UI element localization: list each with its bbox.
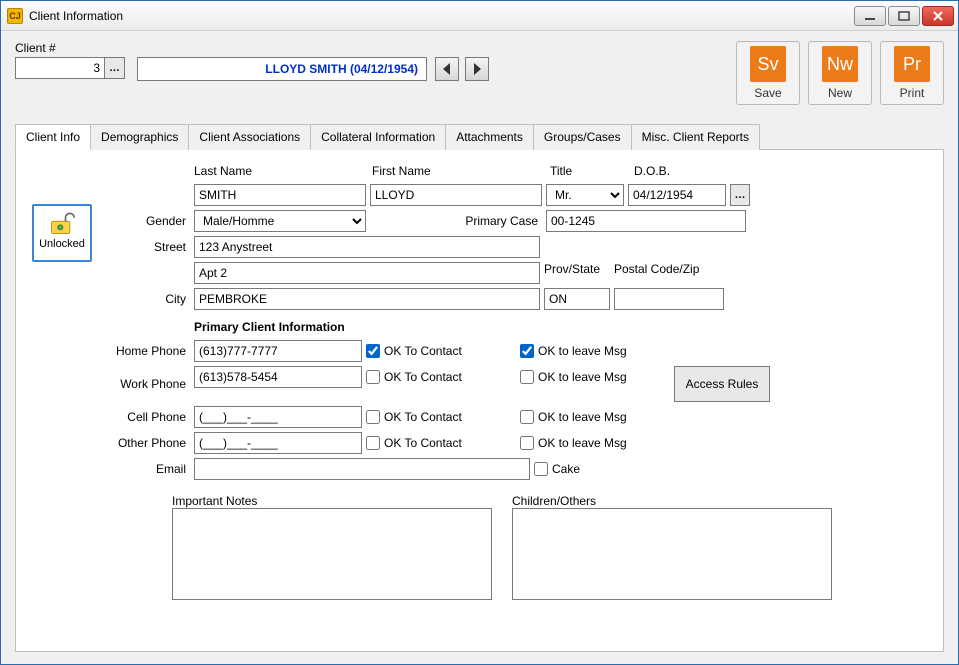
children-others-label: Children/Others xyxy=(512,494,832,508)
minimize-button[interactable] xyxy=(854,6,886,26)
street2-input[interactable] xyxy=(194,262,540,284)
app-icon: CJ xyxy=(7,8,23,24)
client-number-label: Client # xyxy=(15,41,125,55)
dob-picker-button[interactable]: … xyxy=(730,184,750,206)
client-number-lookup-button[interactable]: … xyxy=(105,57,125,79)
titlebar: CJ Client Information xyxy=(1,1,958,31)
lock-toggle[interactable]: Unlocked xyxy=(32,204,92,262)
tab-client-info[interactable]: Client Info xyxy=(15,124,91,150)
street-label: Street xyxy=(106,240,188,254)
important-notes-label: Important Notes xyxy=(172,494,492,508)
postal-zip-input[interactable] xyxy=(614,288,724,310)
print-button[interactable]: Pr Print xyxy=(880,41,944,105)
last-name-header: Last Name xyxy=(194,164,366,178)
last-name-input[interactable] xyxy=(194,184,366,206)
work-phone-input[interactable] xyxy=(194,366,362,388)
other-ok-msg-checkbox[interactable] xyxy=(520,436,534,450)
tabstrip: Client Info Demographics Client Associat… xyxy=(15,123,944,150)
save-icon: Sv xyxy=(750,46,786,82)
tab-panel-client-info: Unlocked Last Name First Name Title D.O.… xyxy=(15,150,944,652)
cell-ok-msg-checkbox[interactable] xyxy=(520,410,534,424)
tab-demographics[interactable]: Demographics xyxy=(90,124,189,150)
unlocked-icon xyxy=(48,210,76,236)
print-icon: Pr xyxy=(894,46,930,82)
cake-checkbox[interactable] xyxy=(534,462,548,476)
other-phone-label: Other Phone xyxy=(106,436,188,450)
tab-client-associations[interactable]: Client Associations xyxy=(188,124,311,150)
home-ok-contact-checkbox[interactable] xyxy=(366,344,380,358)
first-name-input[interactable] xyxy=(370,184,542,206)
new-icon: Nw xyxy=(822,46,858,82)
primary-client-info-heading: Primary Client Information xyxy=(194,320,886,334)
gender-select[interactable]: Male/Homme xyxy=(194,210,366,232)
lock-label: Unlocked xyxy=(39,238,85,250)
save-button[interactable]: Sv Save xyxy=(736,41,800,105)
cell-phone-label: Cell Phone xyxy=(106,410,188,424)
client-information-window: CJ Client Information Client # … xyxy=(0,0,959,665)
first-name-header: First Name xyxy=(372,164,544,178)
home-ok-msg-checkbox[interactable] xyxy=(520,344,534,358)
work-ok-msg-checkbox[interactable] xyxy=(520,370,534,384)
close-button[interactable] xyxy=(922,6,954,26)
access-rules-button[interactable]: Access Rules xyxy=(674,366,770,402)
primary-case-label: Primary Case xyxy=(370,214,542,228)
tab-attachments[interactable]: Attachments xyxy=(445,124,534,150)
other-phone-input[interactable] xyxy=(194,432,362,454)
primary-case-input[interactable] xyxy=(546,210,746,232)
client-number-input[interactable] xyxy=(15,57,105,79)
dob-header: D.O.B. xyxy=(634,164,754,178)
street1-input[interactable] xyxy=(194,236,540,258)
tab-groups-cases[interactable]: Groups/Cases xyxy=(533,124,632,150)
gender-label: Gender xyxy=(106,214,188,228)
home-phone-label: Home Phone xyxy=(106,344,188,358)
prov-state-input[interactable] xyxy=(544,288,610,310)
work-phone-label: Work Phone xyxy=(106,377,188,391)
prov-state-label: Prov/State xyxy=(544,262,610,284)
title-select[interactable]: Mr. xyxy=(546,184,624,206)
maximize-button[interactable] xyxy=(888,6,920,26)
city-input[interactable] xyxy=(194,288,540,310)
cell-phone-input[interactable] xyxy=(194,406,362,428)
title-header: Title xyxy=(550,164,628,178)
postal-zip-label: Postal Code/Zip xyxy=(614,262,724,284)
window-title: Client Information xyxy=(29,9,854,23)
home-phone-input[interactable] xyxy=(194,340,362,362)
new-button[interactable]: Nw New xyxy=(808,41,872,105)
city-label: City xyxy=(106,292,188,306)
client-banner: LLOYD SMITH (04/12/1954) xyxy=(137,57,427,81)
next-client-button[interactable] xyxy=(465,57,489,81)
email-input[interactable] xyxy=(194,458,530,480)
important-notes-textarea[interactable] xyxy=(172,508,492,600)
tab-collateral-information[interactable]: Collateral Information xyxy=(310,124,446,150)
email-label: Email xyxy=(106,462,188,476)
other-ok-contact-checkbox[interactable] xyxy=(366,436,380,450)
prev-client-button[interactable] xyxy=(435,57,459,81)
cell-ok-contact-checkbox[interactable] xyxy=(366,410,380,424)
tab-misc-client-reports[interactable]: Misc. Client Reports xyxy=(631,124,760,150)
children-others-textarea[interactable] xyxy=(512,508,832,600)
dob-input[interactable] xyxy=(628,184,726,206)
work-ok-contact-checkbox[interactable] xyxy=(366,370,380,384)
